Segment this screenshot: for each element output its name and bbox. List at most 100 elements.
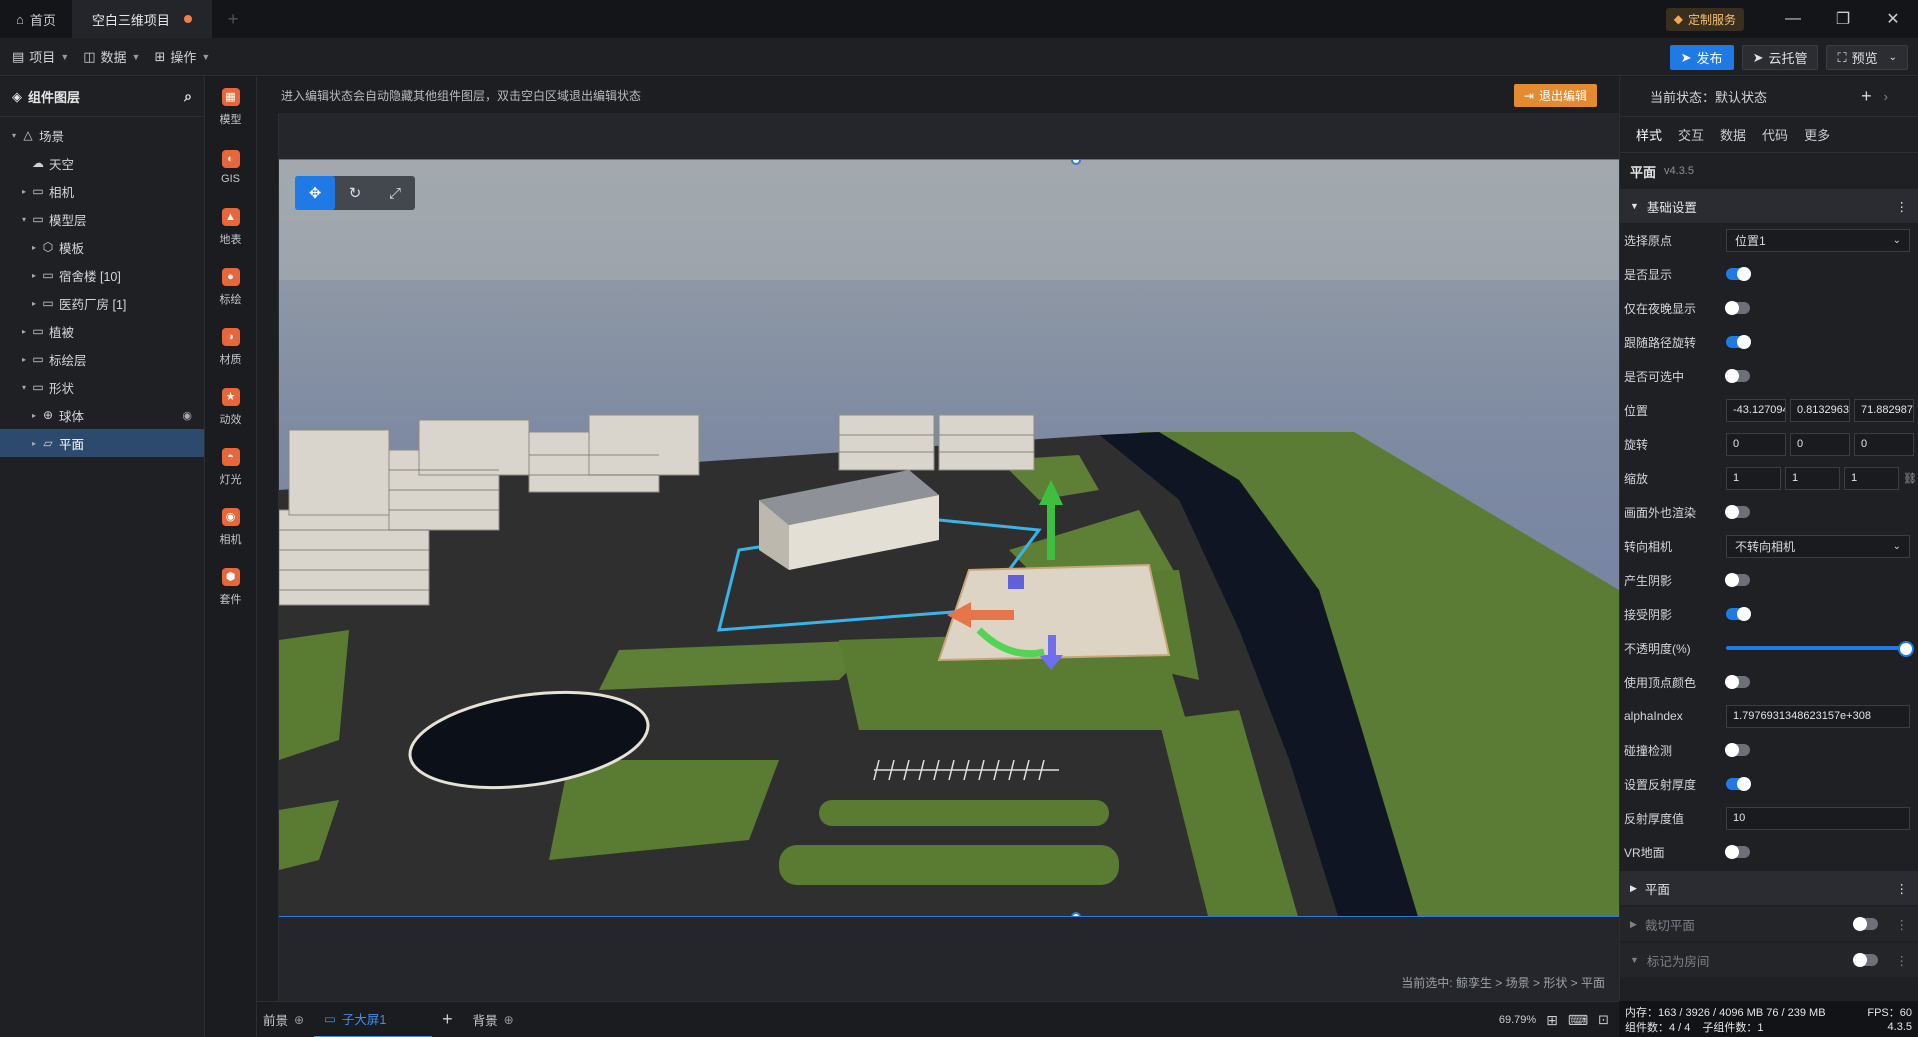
section-mark-room[interactable]: ▼ 标记为房间 ⋮ bbox=[1620, 943, 1918, 977]
property-number-input[interactable]: 1 bbox=[1844, 466, 1899, 490]
preview-button[interactable]: ⛶ 预览 ⌄ bbox=[1826, 45, 1908, 70]
property-tab[interactable]: 更多 bbox=[1804, 125, 1830, 144]
property-tab[interactable]: 数据 bbox=[1720, 125, 1746, 144]
tool-button[interactable]: ◓ 灯光 bbox=[205, 437, 256, 497]
layer-item[interactable]: ▸ ▭ 相机 bbox=[0, 177, 204, 205]
close-button[interactable]: ✕ bbox=[1868, 9, 1918, 29]
restore-button[interactable]: ❐ bbox=[1818, 9, 1868, 29]
keyboard-icon[interactable]: ⌨ bbox=[1568, 1012, 1588, 1029]
property-tab[interactable]: 交互 bbox=[1678, 125, 1704, 144]
layer-item[interactable]: ▸ ⊕ 球体 ◉ bbox=[0, 401, 204, 429]
chevron-right-icon[interactable]: › bbox=[1884, 89, 1888, 104]
property-tab[interactable]: 样式 bbox=[1636, 125, 1662, 144]
tab-sub-screen[interactable]: ▭ 子大屏1 bbox=[314, 1002, 433, 1037]
search-icon[interactable]: ⌕ bbox=[184, 88, 192, 105]
resize-handle[interactable] bbox=[1071, 160, 1081, 165]
tool-button[interactable]: ▦ 模型 bbox=[205, 77, 256, 137]
layer-item[interactable]: ☁ 天空 bbox=[0, 149, 204, 177]
property-number-input[interactable]: 0 bbox=[1854, 432, 1914, 456]
add-screen-button[interactable]: + bbox=[432, 1002, 463, 1037]
visibility-icon[interactable]: ◉ bbox=[182, 409, 192, 422]
expand-arrow-icon[interactable]: ▾ bbox=[8, 131, 20, 140]
more-icon[interactable]: ⋮ bbox=[1896, 199, 1909, 214]
expand-arrow-icon[interactable]: ▸ bbox=[18, 327, 30, 336]
expand-arrow-icon[interactable]: ▸ bbox=[18, 355, 30, 364]
tool-button[interactable]: ● 标绘 bbox=[205, 257, 256, 317]
layer-item[interactable]: ▾ △ 场景 bbox=[0, 121, 204, 149]
tool-button[interactable]: ◑ 材质 bbox=[205, 317, 256, 377]
resize-handle[interactable] bbox=[1071, 912, 1081, 917]
property-text-input[interactable]: 10 bbox=[1726, 806, 1910, 830]
clip-plane-switch[interactable] bbox=[1852, 917, 1878, 931]
layer-item[interactable]: ▾ ▭ 形状 bbox=[0, 373, 204, 401]
opacity-slider[interactable] bbox=[1726, 641, 1914, 657]
property-tab[interactable]: 代码 bbox=[1762, 125, 1788, 144]
expand-arrow-icon[interactable]: ▸ bbox=[18, 187, 30, 196]
menu-project[interactable]: ▤ 项目 ▼ bbox=[10, 47, 81, 66]
gizmo-y-arrow[interactable] bbox=[1047, 500, 1055, 560]
expand-arrow-icon[interactable]: ▸ bbox=[28, 271, 40, 280]
3d-viewport[interactable]: ✥ ↻ ⤢ bbox=[279, 159, 1619, 917]
expand-arrow-icon[interactable]: ▸ bbox=[28, 299, 40, 308]
property-switch[interactable] bbox=[1725, 369, 1750, 383]
gizmo-plane-handle[interactable] bbox=[1008, 575, 1024, 589]
layer-item[interactable]: ▾ ▭ 模型层 bbox=[0, 205, 204, 233]
move-tool-icon[interactable]: ✥ bbox=[295, 176, 335, 210]
property-switch[interactable] bbox=[1725, 743, 1750, 757]
section-basic[interactable]: ▼ 基础设置 ⋮ bbox=[1620, 189, 1918, 223]
add-circle-icon[interactable]: ⊕ bbox=[294, 1013, 304, 1027]
expand-arrow-icon[interactable]: ▸ bbox=[28, 243, 40, 252]
custom-service-button[interactable]: ◆ 定制服务 bbox=[1665, 7, 1744, 31]
property-switch[interactable] bbox=[1726, 607, 1751, 621]
section-plane[interactable]: ▶ 平面 ⋮ bbox=[1620, 871, 1918, 905]
expand-arrow-icon[interactable]: ▸ bbox=[28, 439, 40, 448]
tab-project[interactable]: 空白三维项目 bbox=[71, 0, 212, 38]
publish-button[interactable]: ➤ 发布 bbox=[1669, 45, 1734, 70]
property-switch[interactable] bbox=[1726, 267, 1751, 281]
exit-edit-button[interactable]: ⇥ 退出编辑 bbox=[1513, 84, 1597, 107]
mark-room-switch[interactable] bbox=[1852, 953, 1878, 967]
layer-item[interactable]: ▸ ▱ 平面 bbox=[0, 429, 204, 457]
property-switch[interactable] bbox=[1726, 777, 1751, 791]
section-clip-plane[interactable]: ▶ 裁切平面 ⋮ bbox=[1620, 907, 1918, 941]
minimize-button[interactable]: — bbox=[1768, 10, 1818, 28]
property-number-input[interactable]: -43.127094 bbox=[1726, 398, 1786, 422]
rotate-tool-icon[interactable]: ↻ bbox=[335, 176, 375, 210]
tool-button[interactable]: ⬢ 套件 bbox=[205, 557, 256, 617]
expand-arrow-icon[interactable]: ▾ bbox=[18, 215, 30, 224]
link-icon[interactable]: ⛓ bbox=[1903, 472, 1917, 485]
property-select[interactable]: 不转向相机 ⌄ bbox=[1726, 534, 1910, 558]
tool-button[interactable]: ★ 动效 bbox=[205, 377, 256, 437]
tool-button[interactable]: ◐ GIS bbox=[205, 137, 256, 197]
scale-tool-icon[interactable]: ⤢ bbox=[375, 176, 415, 210]
layer-item[interactable]: ▸ ⬡ 模板 bbox=[0, 233, 204, 261]
add-state-icon[interactable]: + bbox=[1861, 86, 1872, 107]
property-switch[interactable] bbox=[1726, 335, 1751, 349]
more-icon[interactable]: ⋮ bbox=[1896, 881, 1909, 896]
property-switch[interactable] bbox=[1725, 675, 1750, 689]
scene-render[interactable] bbox=[279, 160, 1619, 917]
property-number-input[interactable]: 1 bbox=[1785, 466, 1840, 490]
tab-background[interactable]: 背景 ⊕ bbox=[463, 1002, 524, 1037]
more-icon[interactable]: ⋮ bbox=[1896, 917, 1909, 932]
terminal-icon[interactable]: ⊡ bbox=[1598, 1012, 1609, 1028]
property-select[interactable]: 位置1 ⌄ bbox=[1726, 228, 1910, 252]
property-switch[interactable] bbox=[1725, 573, 1750, 587]
new-tab-button[interactable]: + bbox=[212, 0, 255, 38]
tab-home[interactable]: ⌂ 首页 bbox=[0, 0, 72, 38]
property-number-input[interactable]: 0.8132963 bbox=[1790, 398, 1850, 422]
property-number-input[interactable]: 1 bbox=[1726, 466, 1781, 490]
layer-item[interactable]: ▸ ▭ 宿舍楼 [10] bbox=[0, 261, 204, 289]
tab-foreground[interactable]: 前景 ⊕ bbox=[257, 1002, 314, 1037]
property-number-input[interactable]: 0 bbox=[1726, 432, 1786, 456]
fit-screen-icon[interactable]: ⊞ bbox=[1546, 1012, 1558, 1029]
property-switch[interactable] bbox=[1725, 845, 1750, 859]
property-text-input[interactable]: 1.7976931348623157e+308 bbox=[1726, 704, 1910, 728]
tool-button[interactable]: ▲ 地表 bbox=[205, 197, 256, 257]
property-switch[interactable] bbox=[1725, 301, 1750, 315]
gizmo-x-arrow[interactable] bbox=[969, 610, 1014, 620]
cloud-hosting-button[interactable]: ➤ 云托管 bbox=[1741, 45, 1819, 70]
menu-data[interactable]: ◫ 数据 ▼ bbox=[81, 47, 152, 66]
add-circle-icon[interactable]: ⊕ bbox=[504, 1013, 514, 1027]
zoom-level[interactable]: 69.79% bbox=[1499, 1014, 1536, 1026]
